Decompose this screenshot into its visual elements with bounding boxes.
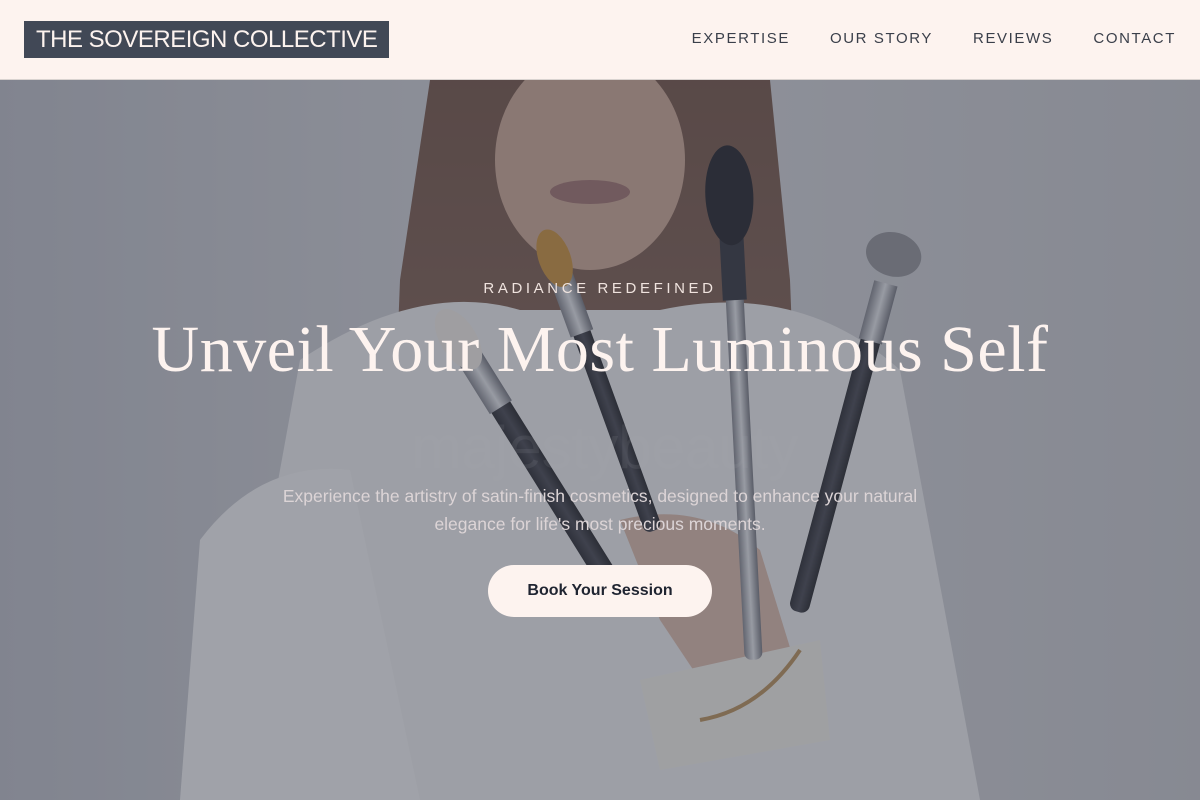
hero-eyebrow: RADIANCE REDEFINED	[483, 280, 717, 297]
nav-link-reviews[interactable]: REVIEWS	[973, 29, 1053, 49]
main-nav: EXPERTISE OUR STORY REVIEWS CONTACT	[692, 29, 1176, 49]
nav-link-our-story[interactable]: OUR STORY	[830, 29, 933, 49]
book-session-button[interactable]: Book Your Session	[488, 565, 712, 617]
nav-link-contact[interactable]: CONTACT	[1093, 29, 1176, 49]
hero-content: RADIANCE REDEFINED Unveil Your Most Lumi…	[0, 80, 1200, 800]
hero-subtitle: Experience the artistry of satin-finish …	[282, 486, 918, 534]
brand-logo[interactable]: THE SOVEREIGN COLLECTIVE	[24, 21, 390, 58]
nav-link-expertise[interactable]: EXPERTISE	[692, 29, 790, 49]
site-header: THE SOVEREIGN COLLECTIVE EXPERTISE OUR S…	[0, 0, 1200, 80]
hero-headline: Unveil Your Most Luminous Self	[151, 313, 1049, 386]
hero-section: majestybeauty RADIANCE REDEFINED Unveil …	[0, 80, 1200, 800]
